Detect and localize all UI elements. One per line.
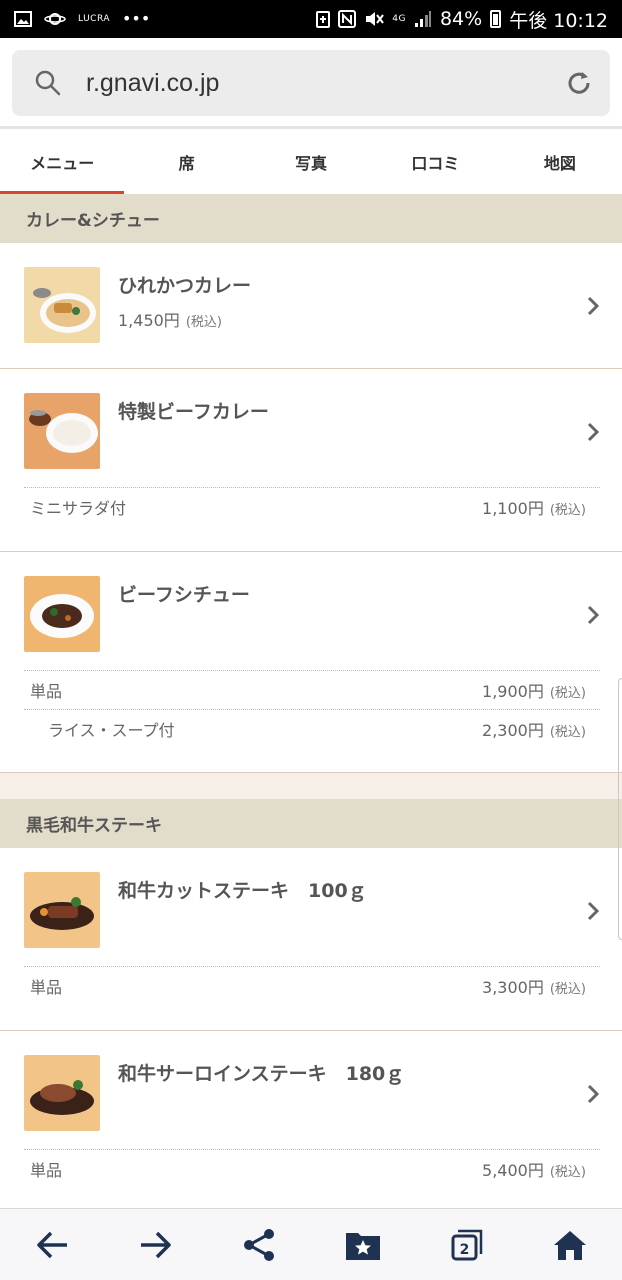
home-icon <box>554 1230 587 1260</box>
battery-percent: 84% <box>439 8 483 30</box>
share-icon <box>244 1228 275 1261</box>
section-header-curry: カレー&シチュー <box>0 194 622 243</box>
browser-toolbar: r.gnavi.co.jp <box>0 38 622 128</box>
option-price: 2,300円 (税込) <box>482 721 586 740</box>
search-icon <box>35 70 61 96</box>
svg-text:2: 2 <box>459 1242 469 1258</box>
signal-icon <box>414 11 431 27</box>
home-button[interactable] <box>518 1209 622 1280</box>
menu-item[interactable]: 和牛サーロインステーキ 180ｇ 単品 5,400円 (税込) <box>0 1031 622 1208</box>
carrier-label: LUCRA <box>78 14 110 24</box>
divider <box>24 709 600 710</box>
dish-photo <box>24 393 100 469</box>
option-price: 5,400円 (税込) <box>482 1161 586 1180</box>
menu-item[interactable]: ビーフシチュー 単品 1,900円 (税込) ライス・スープ付 2,300円 (税込… <box>0 552 622 773</box>
option-label: ミニサラダ付 <box>30 499 127 518</box>
bookmarks-icon <box>345 1232 380 1260</box>
section-header-wagyu-steak: 黒毛和牛ステーキ <box>0 799 622 848</box>
menu-item[interactable]: 特製ビーフカレー ミニサラダ付 1,100円 (税込) <box>0 369 622 552</box>
battery-saver-icon <box>316 11 331 28</box>
forward-arrow-icon <box>140 1231 171 1258</box>
section-gap <box>0 773 622 799</box>
menu-item[interactable]: 和牛カットステーキ 100ｇ 単品 3,300円 (税込) <box>0 848 622 1031</box>
item-name: 和牛カットステーキ 100ｇ <box>118 880 367 902</box>
bottom-navigation: 2 <box>0 1208 622 1280</box>
tabs-button[interactable]: 2 <box>415 1209 519 1280</box>
bookmarks-button[interactable] <box>311 1209 415 1280</box>
option-price: 1,900円 (税込) <box>482 682 586 701</box>
dish-photo <box>24 1055 100 1131</box>
planet-icon <box>44 13 66 25</box>
reload-icon[interactable] <box>564 68 594 98</box>
option-row: 単品 1,900円 (税込) <box>30 678 586 702</box>
divider <box>24 1149 600 1150</box>
tab-reviews[interactable]: 口コミ <box>373 129 497 194</box>
tab-bar: メニュー 席 写真 口コミ 地図 <box>0 129 622 195</box>
clock: 午後 10:12 <box>509 9 608 32</box>
mute-icon <box>366 12 385 26</box>
scroll-indicator[interactable] <box>618 678 622 940</box>
item-name: ひれかつカレー <box>118 275 252 297</box>
tabs-icon: 2 <box>451 1229 482 1260</box>
chevron-right-icon <box>587 1084 600 1104</box>
chevron-right-icon <box>587 422 600 442</box>
option-label: ライス・スープ付 <box>48 721 175 740</box>
chevron-right-icon <box>587 605 600 625</box>
back-arrow-icon <box>37 1231 67 1258</box>
option-row: ミニサラダ付 1,100円 (税込) <box>30 495 586 519</box>
tab-map[interactable]: 地図 <box>498 129 622 194</box>
divider <box>24 670 600 671</box>
chevron-right-icon <box>587 296 600 316</box>
option-row: 単品 3,300円 (税込) <box>30 974 586 998</box>
network-type: 4G <box>392 14 406 24</box>
option-price: 1,100円 (税込) <box>482 499 586 518</box>
item-name: ビーフシチュー <box>118 584 250 606</box>
more-notifications-icon: ••• <box>121 9 151 28</box>
forward-button[interactable] <box>104 1209 208 1280</box>
item-name: 特製ビーフカレー <box>118 401 269 423</box>
dish-photo <box>24 872 100 948</box>
menu-item[interactable]: ひれかつカレー 1,450円 (税込) <box>0 243 622 369</box>
back-button[interactable] <box>0 1209 104 1280</box>
tab-menu[interactable]: メニュー <box>0 129 125 195</box>
option-price: 3,300円 (税込) <box>482 978 586 997</box>
battery-icon <box>490 10 502 28</box>
chevron-right-icon <box>587 901 600 921</box>
divider <box>24 966 600 967</box>
address-bar[interactable]: r.gnavi.co.jp <box>12 50 610 116</box>
item-name: 和牛サーロインステーキ 180ｇ <box>118 1063 405 1085</box>
gallery-icon <box>14 11 32 27</box>
dish-photo <box>24 267 100 343</box>
option-row: ライス・スープ付 2,300円 (税込) <box>48 717 586 741</box>
status-bar: LUCRA ••• 4G 84% 午後 10:12 <box>0 0 622 38</box>
option-label: 単品 <box>30 682 63 701</box>
divider <box>24 487 600 488</box>
item-price: 1,450円 (税込) <box>118 311 222 330</box>
nfc-icon <box>338 10 357 28</box>
share-button[interactable] <box>207 1209 311 1280</box>
tab-seats[interactable]: 席 <box>124 129 248 194</box>
dish-photo <box>24 576 100 652</box>
option-label: 単品 <box>30 1161 63 1180</box>
tab-photos[interactable]: 写真 <box>249 129 373 194</box>
url-text[interactable]: r.gnavi.co.jp <box>86 69 219 98</box>
option-label: 単品 <box>30 978 63 997</box>
option-row: 単品 5,400円 (税込) <box>30 1157 586 1181</box>
